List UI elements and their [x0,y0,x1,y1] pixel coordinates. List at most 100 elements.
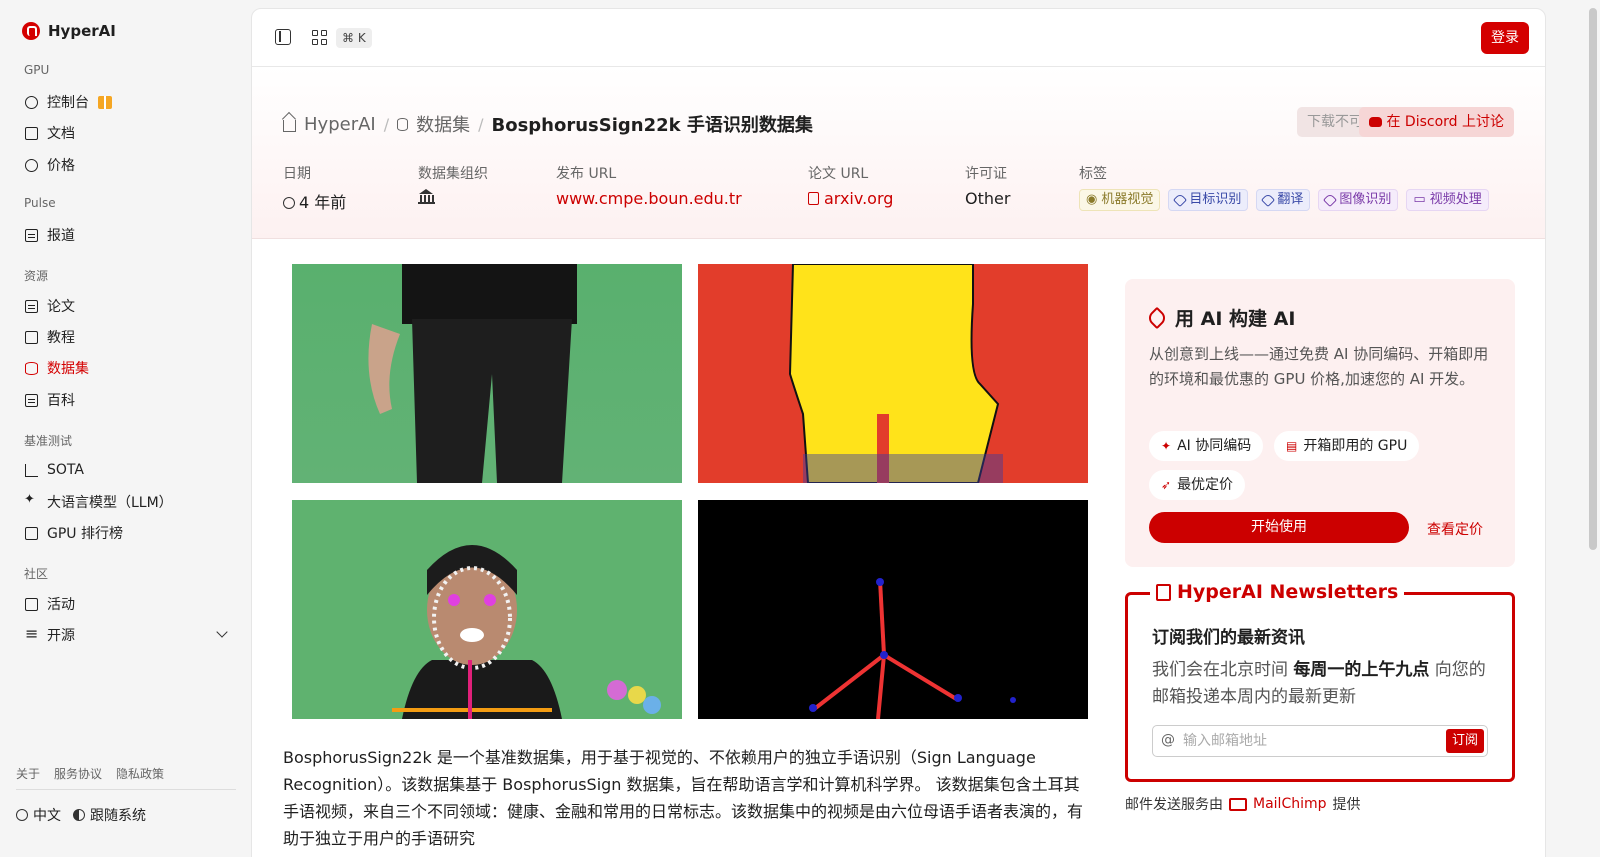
page-scrollbar[interactable] [1589,8,1597,550]
divider [16,789,236,790]
view-pricing-link[interactable]: 查看定价 [1427,519,1483,539]
sidebar-item-pricing[interactable]: 价格 [16,150,240,180]
credit-text: 提供 [1332,797,1361,813]
institution-icon [418,189,435,204]
login-button[interactable]: 登录 [1481,22,1529,54]
home-icon [283,120,296,132]
sidebar-item-news[interactable]: 报道 [16,220,240,250]
footer-link-privacy[interactable]: 隐私政策 [116,765,164,782]
sidebar-item-papers[interactable]: 论文 [16,291,240,321]
sidebar-item-events[interactable]: 活动 [16,589,240,619]
breadcrumb-home[interactable]: HyperAI [304,114,376,135]
section-pulse-title: Pulse [24,196,56,210]
sidebar-item-gpu-leaderboard[interactable]: GPU 排行榜 [16,518,240,548]
tag-list: ◉ 机器视觉 目标识别 翻译 图像识别 ▭ 视频处理 [1079,189,1489,211]
subscribe-button[interactable]: 订阅 [1445,729,1484,753]
chip-gpu[interactable]: ▤ 开箱即用的 GPU [1274,431,1420,461]
eye-icon: ◉ [1086,192,1098,207]
sidebar-item-label: 大语言模型（LLM） [47,495,173,511]
paper-url-link[interactable]: arxiv.org [808,189,893,208]
tag-icon [1323,192,1338,208]
chip-label: 开箱即用的 GPU [1303,438,1408,454]
sidebar-toggle-icon[interactable] [275,29,291,45]
tag-label: 目标识别 [1189,192,1242,207]
date-value: 4 年前 [299,193,347,212]
meta-date: 日期 4 年前 [283,163,346,213]
license-value: Other [965,189,1011,208]
breadcrumb-datasets[interactable]: 数据集 [416,111,470,137]
footer-link-terms[interactable]: 服务协议 [54,765,102,782]
hyperai-logo-icon [22,22,40,40]
command-shortcut[interactable]: ⌘ K [336,28,372,48]
database-icon [397,117,409,131]
sidebar-item-label: 报道 [47,228,75,244]
ai-card-title: 用 AI 构建 AI [1145,304,1296,331]
depth-map-figure [788,264,1003,483]
footer-links: 关于 服务协议 隐私政策 [16,765,164,782]
tag-icon [1261,192,1276,208]
tag-chip[interactable]: 目标识别 [1168,189,1249,211]
sidebar-item-label: 价格 [47,158,75,174]
apps-grid-icon[interactable] [312,30,327,45]
mailchimp-link[interactable]: MailChimp [1253,796,1327,812]
list-icon [25,624,38,643]
chip-ai-coding[interactable]: ✦ AI 协同编码 [1149,431,1264,461]
tag-label: 翻译 [1277,192,1304,207]
sparkles-icon: ✦ [1161,439,1172,453]
chevron-down-icon[interactable] [216,626,228,638]
sidebar-item-label: 活动 [47,597,75,613]
server-icon: ▤ [1286,439,1298,453]
breadcrumb: HyperAI / 数据集 / BosphorusSign22k 手语识别数据集 [283,111,813,137]
theme-switch[interactable]: 跟随系统 [73,805,146,825]
mail-icon [1229,797,1247,811]
notebook-icon [25,330,38,344]
sidebar-item-tutorials[interactable]: 教程 [16,322,240,352]
skeleton-figure [809,578,1016,719]
newsletter-heading: 订阅我们的最新资讯 [1152,628,1305,648]
preview-image-rgb-body [292,264,682,483]
tag-chip[interactable]: 翻译 [1256,189,1311,211]
sidebar-footer: 中文 跟随系统 [16,805,146,825]
sidebar-item-label: 论文 [47,299,75,315]
newsletter-body-text: 我们会在北京时间 [1152,660,1294,680]
tag-chip[interactable]: 图像识别 [1318,189,1399,211]
footer-link-about[interactable]: 关于 [16,765,40,782]
email-input[interactable] [1183,730,1433,752]
tag-chip[interactable]: ▭ 视频处理 [1406,189,1489,211]
tag-label: 视频处理 [1429,192,1482,207]
tag-chip[interactable]: ◉ 机器视觉 [1079,189,1161,211]
get-started-button[interactable]: 开始使用 [1149,512,1409,543]
ai-card-title-text: 用 AI 构建 AI [1175,308,1296,330]
discord-button[interactable]: 在 Discord 上讨论 [1359,107,1514,137]
sidebar-item-sota[interactable]: SOTA [16,455,240,485]
calendar-icon [25,597,38,611]
ai-promo-card: 用 AI 构建 AI 从创意到上线——通过免费 AI 协同编码、开箱即用的环境和… [1125,279,1515,567]
currency-icon [25,158,38,172]
sidebar-item-docs[interactable]: 文档 [16,118,240,148]
sidebar-item-datasets[interactable]: 数据集 [16,353,240,383]
mail-credit: 邮件发送服务由 MailChimp 提供 [1125,794,1361,814]
sidebar-item-opensource[interactable]: 开源 [16,620,240,650]
section-benchmark-title: 基准测试 [24,434,73,448]
theme-label: 跟随系统 [90,808,146,824]
encyclopedia-icon [25,393,38,407]
newspaper-icon [1156,583,1171,601]
page-title: BosphorusSign22k 手语识别数据集 [491,115,813,136]
language-switch[interactable]: 中文 [16,805,61,825]
rocket-icon [1145,306,1169,329]
sidebar-item-wiki[interactable]: 百科 [16,385,240,415]
newsletter-title-text: HyperAI Newsletters [1177,581,1399,603]
brand-logo[interactable]: HyperAI [22,22,116,40]
meta-label: 数据集组织 [418,166,488,182]
newspaper-icon [25,228,38,242]
sidebar-item-llm[interactable]: 大语言模型（LLM） [16,487,240,517]
preview-image-skeleton [698,500,1088,719]
face-keypoints-figure [392,545,661,719]
database-icon [25,361,38,375]
sidebar-item-label: 百科 [47,393,75,409]
sidebar-item-console[interactable]: 控制台 [16,87,240,117]
chip-pricing[interactable]: ➶ 最优定价 [1149,470,1246,500]
publish-url-link[interactable]: www.cmpe.boun.edu.tr [556,189,742,208]
paper-url-text: arxiv.org [824,189,894,208]
tag-icon [1173,192,1188,208]
